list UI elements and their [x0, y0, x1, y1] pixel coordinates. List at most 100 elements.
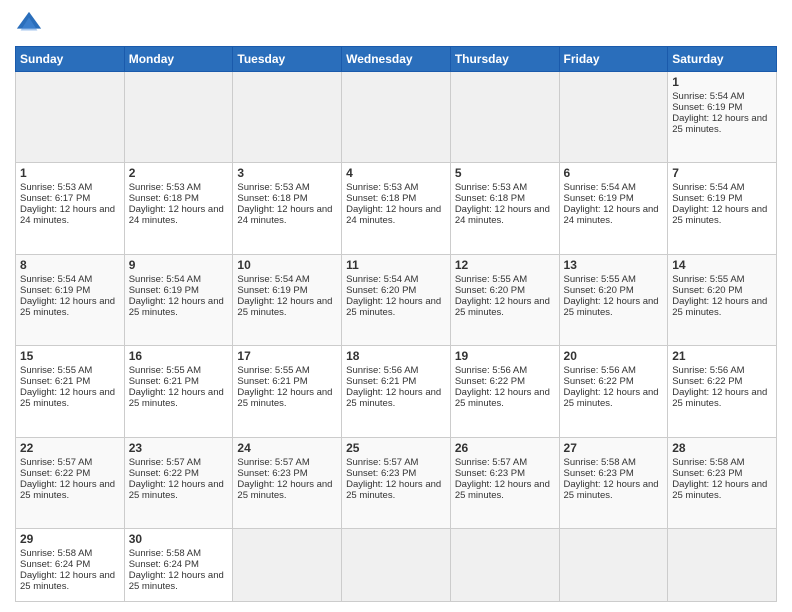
- calendar-cell: 11Sunrise: 5:54 AMSunset: 6:20 PMDayligh…: [342, 254, 451, 345]
- calendar-cell: 29Sunrise: 5:58 AMSunset: 6:24 PMDayligh…: [16, 529, 125, 602]
- day-number: 20: [564, 349, 664, 363]
- calendar-cell: [124, 72, 233, 163]
- sunrise-text: Sunrise: 5:57 AM: [20, 457, 92, 468]
- daylight-text: Daylight: 12 hours and 25 minutes.: [672, 296, 767, 318]
- day-number: 5: [455, 166, 555, 180]
- day-header: Saturday: [668, 47, 777, 72]
- calendar-cell: 14Sunrise: 5:55 AMSunset: 6:20 PMDayligh…: [668, 254, 777, 345]
- calendar-cell: [668, 529, 777, 602]
- day-number: 4: [346, 166, 446, 180]
- sunrise-text: Sunrise: 5:55 AM: [237, 365, 309, 376]
- calendar-cell: 26Sunrise: 5:57 AMSunset: 6:23 PMDayligh…: [450, 437, 559, 528]
- daylight-text: Daylight: 12 hours and 25 minutes.: [20, 387, 115, 409]
- sunrise-text: Sunrise: 5:56 AM: [455, 365, 527, 376]
- calendar-cell: 18Sunrise: 5:56 AMSunset: 6:21 PMDayligh…: [342, 346, 451, 437]
- day-number: 13: [564, 258, 664, 272]
- calendar-table: SundayMondayTuesdayWednesdayThursdayFrid…: [15, 46, 777, 602]
- calendar-cell: 2Sunrise: 5:53 AMSunset: 6:18 PMDaylight…: [124, 163, 233, 254]
- sunset-text: Sunset: 6:23 PM: [237, 468, 307, 479]
- sunset-text: Sunset: 6:22 PM: [129, 468, 199, 479]
- calendar-cell: 8Sunrise: 5:54 AMSunset: 6:19 PMDaylight…: [16, 254, 125, 345]
- daylight-text: Daylight: 12 hours and 25 minutes.: [564, 479, 659, 501]
- day-number: 12: [455, 258, 555, 272]
- daylight-text: Daylight: 12 hours and 25 minutes.: [672, 204, 767, 226]
- daylight-text: Daylight: 12 hours and 25 minutes.: [129, 387, 224, 409]
- daylight-text: Daylight: 12 hours and 25 minutes.: [455, 479, 550, 501]
- sunrise-text: Sunrise: 5:58 AM: [564, 457, 636, 468]
- sunset-text: Sunset: 6:21 PM: [20, 376, 90, 387]
- sunrise-text: Sunrise: 5:54 AM: [129, 274, 201, 285]
- calendar-cell: 21Sunrise: 5:56 AMSunset: 6:22 PMDayligh…: [668, 346, 777, 437]
- calendar-cell: [559, 529, 668, 602]
- sunrise-text: Sunrise: 5:54 AM: [564, 182, 636, 193]
- daylight-text: Daylight: 12 hours and 25 minutes.: [346, 296, 441, 318]
- sunset-text: Sunset: 6:19 PM: [237, 285, 307, 296]
- sunrise-text: Sunrise: 5:54 AM: [672, 182, 744, 193]
- sunset-text: Sunset: 6:20 PM: [672, 285, 742, 296]
- day-header: Friday: [559, 47, 668, 72]
- calendar-cell: 25Sunrise: 5:57 AMSunset: 6:23 PMDayligh…: [342, 437, 451, 528]
- sunset-text: Sunset: 6:19 PM: [564, 193, 634, 204]
- daylight-text: Daylight: 12 hours and 25 minutes.: [455, 296, 550, 318]
- daylight-text: Daylight: 12 hours and 25 minutes.: [237, 296, 332, 318]
- sunrise-text: Sunrise: 5:53 AM: [129, 182, 201, 193]
- calendar-week-row: 1Sunrise: 5:53 AMSunset: 6:17 PMDaylight…: [16, 163, 777, 254]
- day-number: 29: [20, 532, 120, 546]
- day-number: 19: [455, 349, 555, 363]
- calendar-cell: 9Sunrise: 5:54 AMSunset: 6:19 PMDaylight…: [124, 254, 233, 345]
- sunrise-text: Sunrise: 5:54 AM: [237, 274, 309, 285]
- sunrise-text: Sunrise: 5:57 AM: [129, 457, 201, 468]
- calendar-week-row: 8Sunrise: 5:54 AMSunset: 6:19 PMDaylight…: [16, 254, 777, 345]
- logo: [15, 10, 47, 38]
- day-header: Tuesday: [233, 47, 342, 72]
- calendar-cell: [450, 72, 559, 163]
- sunset-text: Sunset: 6:22 PM: [455, 376, 525, 387]
- sunset-text: Sunset: 6:22 PM: [20, 468, 90, 479]
- sunrise-text: Sunrise: 5:55 AM: [672, 274, 744, 285]
- daylight-text: Daylight: 12 hours and 25 minutes.: [672, 479, 767, 501]
- day-number: 26: [455, 441, 555, 455]
- day-number: 1: [20, 166, 120, 180]
- sunset-text: Sunset: 6:23 PM: [564, 468, 634, 479]
- calendar-cell: [16, 72, 125, 163]
- sunset-text: Sunset: 6:19 PM: [672, 102, 742, 113]
- day-number: 8: [20, 258, 120, 272]
- sunset-text: Sunset: 6:18 PM: [129, 193, 199, 204]
- day-number: 23: [129, 441, 229, 455]
- sunrise-text: Sunrise: 5:55 AM: [129, 365, 201, 376]
- calendar-week-row: 15Sunrise: 5:55 AMSunset: 6:21 PMDayligh…: [16, 346, 777, 437]
- daylight-text: Daylight: 12 hours and 25 minutes.: [20, 479, 115, 501]
- calendar-week-row: 29Sunrise: 5:58 AMSunset: 6:24 PMDayligh…: [16, 529, 777, 602]
- sunrise-text: Sunrise: 5:54 AM: [20, 274, 92, 285]
- sunrise-text: Sunrise: 5:57 AM: [455, 457, 527, 468]
- calendar-cell: 17Sunrise: 5:55 AMSunset: 6:21 PMDayligh…: [233, 346, 342, 437]
- sunrise-text: Sunrise: 5:56 AM: [564, 365, 636, 376]
- calendar-cell: [233, 72, 342, 163]
- calendar-cell: [342, 529, 451, 602]
- daylight-text: Daylight: 12 hours and 25 minutes.: [346, 479, 441, 501]
- day-header: Wednesday: [342, 47, 451, 72]
- sunrise-text: Sunrise: 5:53 AM: [455, 182, 527, 193]
- daylight-text: Daylight: 12 hours and 24 minutes.: [564, 204, 659, 226]
- day-number: 25: [346, 441, 446, 455]
- sunset-text: Sunset: 6:20 PM: [346, 285, 416, 296]
- daylight-text: Daylight: 12 hours and 25 minutes.: [455, 387, 550, 409]
- day-number: 28: [672, 441, 772, 455]
- day-number: 10: [237, 258, 337, 272]
- sunrise-text: Sunrise: 5:58 AM: [129, 548, 201, 559]
- day-header: Sunday: [16, 47, 125, 72]
- calendar-cell: 1Sunrise: 5:54 AMSunset: 6:19 PMDaylight…: [668, 72, 777, 163]
- sunrise-text: Sunrise: 5:58 AM: [672, 457, 744, 468]
- day-number: 11: [346, 258, 446, 272]
- sunset-text: Sunset: 6:22 PM: [672, 376, 742, 387]
- day-number: 30: [129, 532, 229, 546]
- calendar-cell: 20Sunrise: 5:56 AMSunset: 6:22 PMDayligh…: [559, 346, 668, 437]
- daylight-text: Daylight: 12 hours and 24 minutes.: [237, 204, 332, 226]
- daylight-text: Daylight: 12 hours and 25 minutes.: [672, 387, 767, 409]
- sunrise-text: Sunrise: 5:56 AM: [672, 365, 744, 376]
- day-number: 9: [129, 258, 229, 272]
- calendar-cell: 4Sunrise: 5:53 AMSunset: 6:18 PMDaylight…: [342, 163, 451, 254]
- calendar-cell: [450, 529, 559, 602]
- sunset-text: Sunset: 6:19 PM: [20, 285, 90, 296]
- sunrise-text: Sunrise: 5:55 AM: [564, 274, 636, 285]
